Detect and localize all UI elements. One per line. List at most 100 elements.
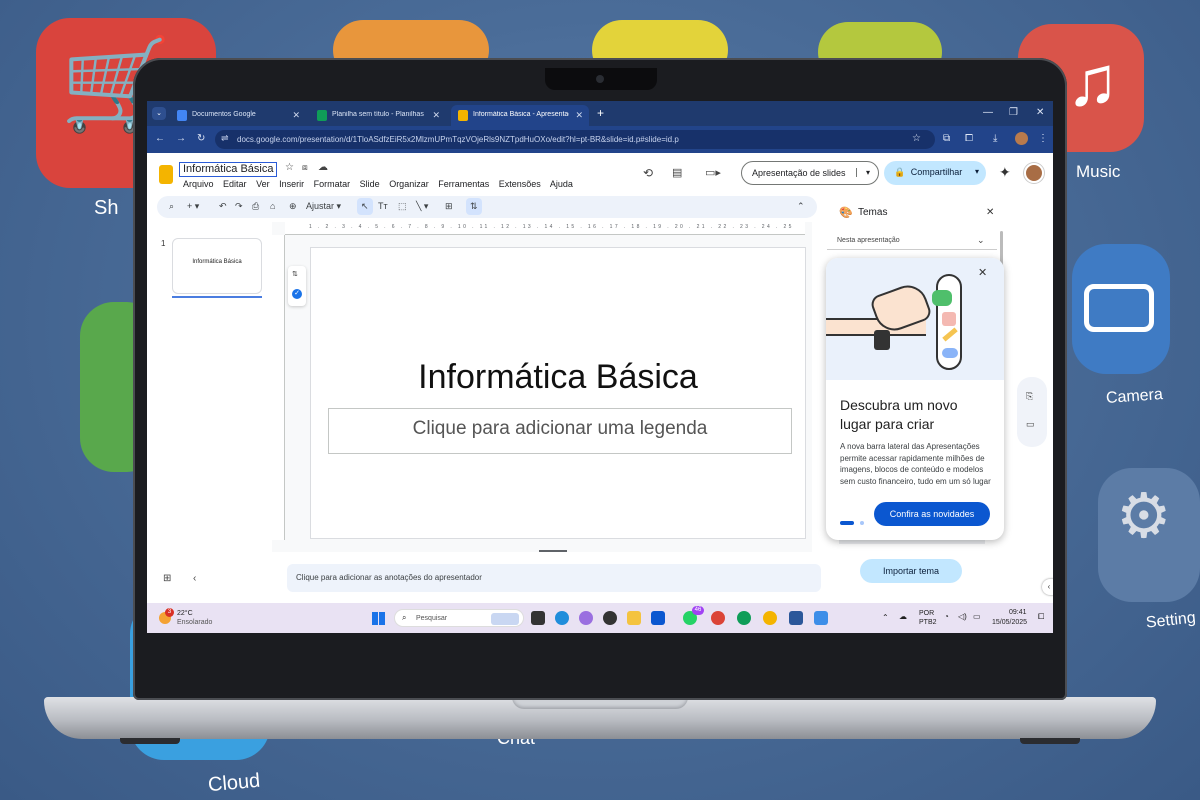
star-icon[interactable]: ☆ [285, 162, 294, 173]
word-icon[interactable] [789, 611, 803, 625]
tab-planilha[interactable]: Planilha sem título - Planilhas G ✕ [310, 105, 446, 126]
gemini-icon[interactable]: ✦ [999, 164, 1011, 181]
chrome-profile-2-icon[interactable] [737, 611, 751, 625]
comments-icon[interactable]: ▤ [672, 166, 682, 179]
restore-icon[interactable]: ❐ [1009, 107, 1018, 118]
language-indicator[interactable]: POR [919, 610, 934, 617]
network-tray-icon[interactable]: ☁ [899, 612, 907, 621]
menu-ajuda[interactable]: Ajuda [550, 179, 573, 189]
puzzle-icon[interactable]: ⧠ [965, 133, 973, 144]
comment-add-icon[interactable]: ⊞ [445, 201, 453, 212]
folder-icon[interactable]: ▭ [1026, 419, 1035, 430]
pager-dot[interactable] [860, 521, 865, 525]
paint-format-icon[interactable]: ⌂ [270, 201, 275, 211]
meet-icon[interactable]: ▭▸ [705, 166, 721, 179]
file-explorer-icon[interactable] [627, 611, 641, 625]
share-button[interactable]: 🔒 Compartilhar ▾ [884, 161, 986, 185]
volume-icon[interactable]: ◁) [958, 612, 967, 621]
slides-logo-icon[interactable] [159, 165, 173, 184]
clock-time[interactable]: 09:41 [1009, 609, 1027, 616]
popup-close-icon[interactable]: ✕ [978, 266, 987, 279]
slide-subtitle-placeholder[interactable]: Clique para adicionar uma legenda [328, 408, 792, 454]
text-box-icon[interactable]: Tт [378, 201, 388, 211]
wifi-icon[interactable]: ◔ [944, 612, 949, 621]
image-icon[interactable]: ⬚ [398, 201, 407, 212]
theme-source-dropdown[interactable]: Nesta apresentação ⌄ [827, 233, 997, 250]
clock-date[interactable]: 15/05/2025 [992, 619, 1027, 626]
download-icon[interactable]: ⤓ [993, 133, 997, 144]
photos-icon[interactable] [814, 611, 828, 625]
site-info-icon[interactable]: ⇌ [221, 133, 229, 144]
url-field[interactable]: docs.google.com/presentation/d/1TloASdfz… [215, 130, 935, 149]
history-icon[interactable]: ⟲ [643, 166, 653, 180]
expand-rail-icon[interactable]: ‹ [1042, 579, 1053, 595]
copilot-icon[interactable] [579, 611, 593, 625]
edge-icon[interactable] [555, 611, 569, 625]
minimize-icon[interactable]: — [983, 107, 993, 118]
slide-title[interactable]: Informática Básica [311, 358, 805, 397]
cloud-status-icon[interactable]: ☁ [318, 162, 328, 173]
user-avatar[interactable] [1024, 163, 1044, 183]
slide-canvas[interactable]: Informática Básica Clique para adicionar… [310, 247, 806, 539]
share-chevron-icon[interactable]: ▾ [975, 167, 979, 176]
document-title[interactable]: Informática Básica [179, 162, 278, 177]
store-icon[interactable] [651, 611, 665, 625]
close-icon[interactable]: ✕ [432, 110, 440, 121]
back-icon[interactable]: ← [155, 133, 165, 144]
battery-icon[interactable]: ▭ [973, 612, 981, 621]
notes-resize-handle[interactable] [539, 550, 567, 552]
menu-arquivo[interactable]: Arquivo [183, 179, 214, 189]
window-close-icon[interactable]: ✕ [1036, 107, 1044, 118]
text-tool-icon[interactable]: ⇅ [292, 270, 298, 278]
slide-thumbnail[interactable]: Informática Básica [172, 238, 262, 294]
collapse-panel-icon[interactable]: ‹ [193, 573, 196, 584]
chrome-profile-1-icon[interactable] [711, 611, 725, 625]
speaker-notes[interactable]: Clique para adicionar as anotações do ap… [287, 564, 821, 592]
menu-ver[interactable]: Ver [256, 179, 270, 189]
bookmark-star-icon[interactable]: ☆ [912, 133, 921, 144]
pager-dot-active[interactable] [840, 521, 854, 525]
search-icon[interactable]: ⌕ [169, 201, 174, 212]
chevron-down-icon[interactable]: ▾ [855, 168, 870, 177]
extension-icon[interactable]: ⧉ [943, 133, 950, 144]
menu-editar[interactable]: Editar [223, 179, 247, 189]
collapse-toolbar-icon[interactable]: ⌃ [797, 201, 805, 212]
see-whats-new-button[interactable]: Confira as novidades [874, 502, 990, 526]
keyboard-layout[interactable]: PTB2 [919, 619, 937, 626]
tray-chevron-icon[interactable]: ⌃ [882, 613, 889, 622]
close-icon[interactable]: ✕ [292, 110, 300, 121]
tab-apresentacao[interactable]: Informática Básica - Apresentaç ✕ [451, 105, 589, 126]
windows-start-icon[interactable] [372, 612, 385, 625]
import-theme-button[interactable]: Importar tema [860, 559, 962, 583]
move-folder-icon[interactable]: ⧈ [302, 162, 308, 173]
reload-icon[interactable]: ↻ [197, 133, 205, 144]
menu-slide[interactable]: Slide [360, 179, 380, 189]
menu-inserir[interactable]: Inserir [279, 179, 304, 189]
undo-icon[interactable]: ↶ [219, 201, 227, 212]
menu-dots-icon[interactable]: ⋮ [1038, 133, 1048, 144]
slideshow-button[interactable]: Apresentação de slides ▾ [741, 161, 879, 185]
menu-ferramentas[interactable]: Ferramentas [438, 179, 489, 189]
panel-close-icon[interactable]: ✕ [986, 207, 994, 218]
task-view-icon[interactable] [531, 611, 545, 625]
print-icon[interactable]: ⎙ [252, 201, 259, 212]
dell-icon[interactable] [603, 611, 617, 625]
redo-icon[interactable]: ↷ [235, 201, 243, 212]
tab-documentos[interactable]: Documentos Google ✕ [170, 105, 306, 126]
accessibility-icon[interactable]: ⇅ [466, 198, 482, 215]
close-icon[interactable]: ✕ [575, 110, 583, 121]
menu-extensoes[interactable]: Extensões [499, 179, 541, 189]
notifications-icon[interactable]: ⧠ [1038, 612, 1044, 622]
check-icon[interactable]: ✓ [292, 289, 302, 299]
menu-formatar[interactable]: Formatar [314, 179, 351, 189]
taskbar-search[interactable]: ⌕ Pesquisar [394, 609, 524, 627]
add-content-icon[interactable]: ⎘ [1026, 391, 1033, 402]
chrome-profile-3-icon[interactable] [763, 611, 777, 625]
new-tab-icon[interactable]: + [597, 106, 604, 120]
profile-avatar[interactable] [1015, 132, 1028, 145]
grid-view-icon[interactable]: ⊞ [163, 573, 171, 584]
tab-search-icon[interactable]: ⌄ [152, 107, 166, 120]
line-tool-icon[interactable]: ╲ ▾ [416, 201, 428, 212]
zoom-icon[interactable]: ⊕ [289, 201, 297, 212]
menu-organizar[interactable]: Organizar [389, 179, 429, 189]
